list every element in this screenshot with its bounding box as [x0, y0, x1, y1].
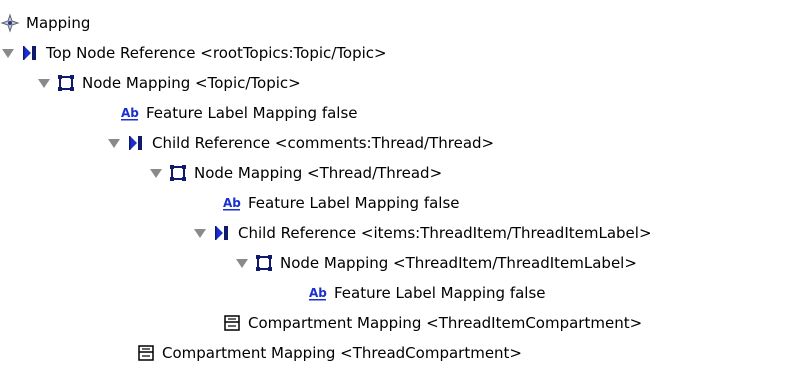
- tree-row-label: Feature Label Mapping false: [146, 104, 358, 122]
- tree-row-label: Node Mapping <Thread/Thread>: [194, 164, 443, 182]
- tree-row-label: Compartment Mapping <ThreadCompartment>: [162, 344, 522, 362]
- tree-row-label: Feature Label Mapping false: [334, 284, 546, 302]
- compartment-mapping-icon: [222, 313, 242, 333]
- svg-text:Ab: Ab: [223, 196, 241, 210]
- tree-row-node-mapping[interactable]: Node Mapping <Topic/Topic>: [0, 68, 788, 98]
- tree-row-label: Node Mapping <Topic/Topic>: [82, 74, 301, 92]
- label-mapping-icon: Ab: [120, 103, 140, 123]
- tree-row-feature-label-mapping[interactable]: Ab Feature Label Mapping false: [0, 278, 788, 308]
- label-mapping-icon: Ab: [308, 283, 328, 303]
- tree-row-label: Mapping: [26, 14, 91, 32]
- tree-row-node-mapping[interactable]: Node Mapping <Thread/Thread>: [0, 158, 788, 188]
- tree-row-child-reference[interactable]: Child Reference <items:ThreadItem/Thread…: [0, 218, 788, 248]
- tree-row-child-reference[interactable]: Child Reference <comments:Thread/Thread>: [0, 128, 788, 158]
- expand-toggle-icon[interactable]: [236, 257, 248, 269]
- label-mapping-icon: Ab: [222, 193, 242, 213]
- node-mapping-icon: [254, 253, 274, 273]
- tree-row-feature-label-mapping[interactable]: Ab Feature Label Mapping false: [0, 188, 788, 218]
- tree-row-label: Node Mapping <ThreadItem/ThreadItemLabel…: [280, 254, 637, 272]
- tree-row-label: Compartment Mapping <ThreadItemCompartme…: [248, 314, 643, 332]
- expand-toggle-icon[interactable]: [150, 167, 162, 179]
- tree-row-top-node-reference[interactable]: Top Node Reference <rootTopics:Topic/Top…: [0, 38, 788, 68]
- tree-row-label: Child Reference <comments:Thread/Thread>: [152, 134, 495, 152]
- mapping-icon: [0, 13, 20, 33]
- node-mapping-icon: [168, 163, 188, 183]
- tree-row-label: Child Reference <items:ThreadItem/Thread…: [238, 224, 652, 242]
- expand-toggle-icon[interactable]: [38, 77, 50, 89]
- tree-row-node-mapping[interactable]: Node Mapping <ThreadItem/ThreadItemLabel…: [0, 248, 788, 278]
- expand-toggle-icon[interactable]: [194, 227, 206, 239]
- tree-row-label: Top Node Reference <rootTopics:Topic/Top…: [46, 44, 387, 62]
- mapping-tree: Mapping Top Node Reference <rootTopics:T…: [0, 0, 788, 392]
- tree-row-feature-label-mapping[interactable]: Ab Feature Label Mapping false: [0, 98, 788, 128]
- reference-icon: [126, 133, 146, 153]
- svg-text:Ab: Ab: [309, 286, 327, 300]
- tree-row-mapping[interactable]: Mapping: [0, 8, 788, 38]
- reference-icon: [20, 43, 40, 63]
- svg-text:Ab: Ab: [121, 106, 139, 120]
- expand-toggle-icon[interactable]: [2, 47, 14, 59]
- node-mapping-icon: [56, 73, 76, 93]
- tree-row-compartment-mapping[interactable]: Compartment Mapping <ThreadCompartment>: [0, 338, 788, 368]
- tree-row-label: Feature Label Mapping false: [248, 194, 460, 212]
- expand-toggle-icon[interactable]: [108, 137, 120, 149]
- reference-icon: [212, 223, 232, 243]
- compartment-mapping-icon: [136, 343, 156, 363]
- tree-row-compartment-mapping[interactable]: Compartment Mapping <ThreadItemCompartme…: [0, 308, 788, 338]
